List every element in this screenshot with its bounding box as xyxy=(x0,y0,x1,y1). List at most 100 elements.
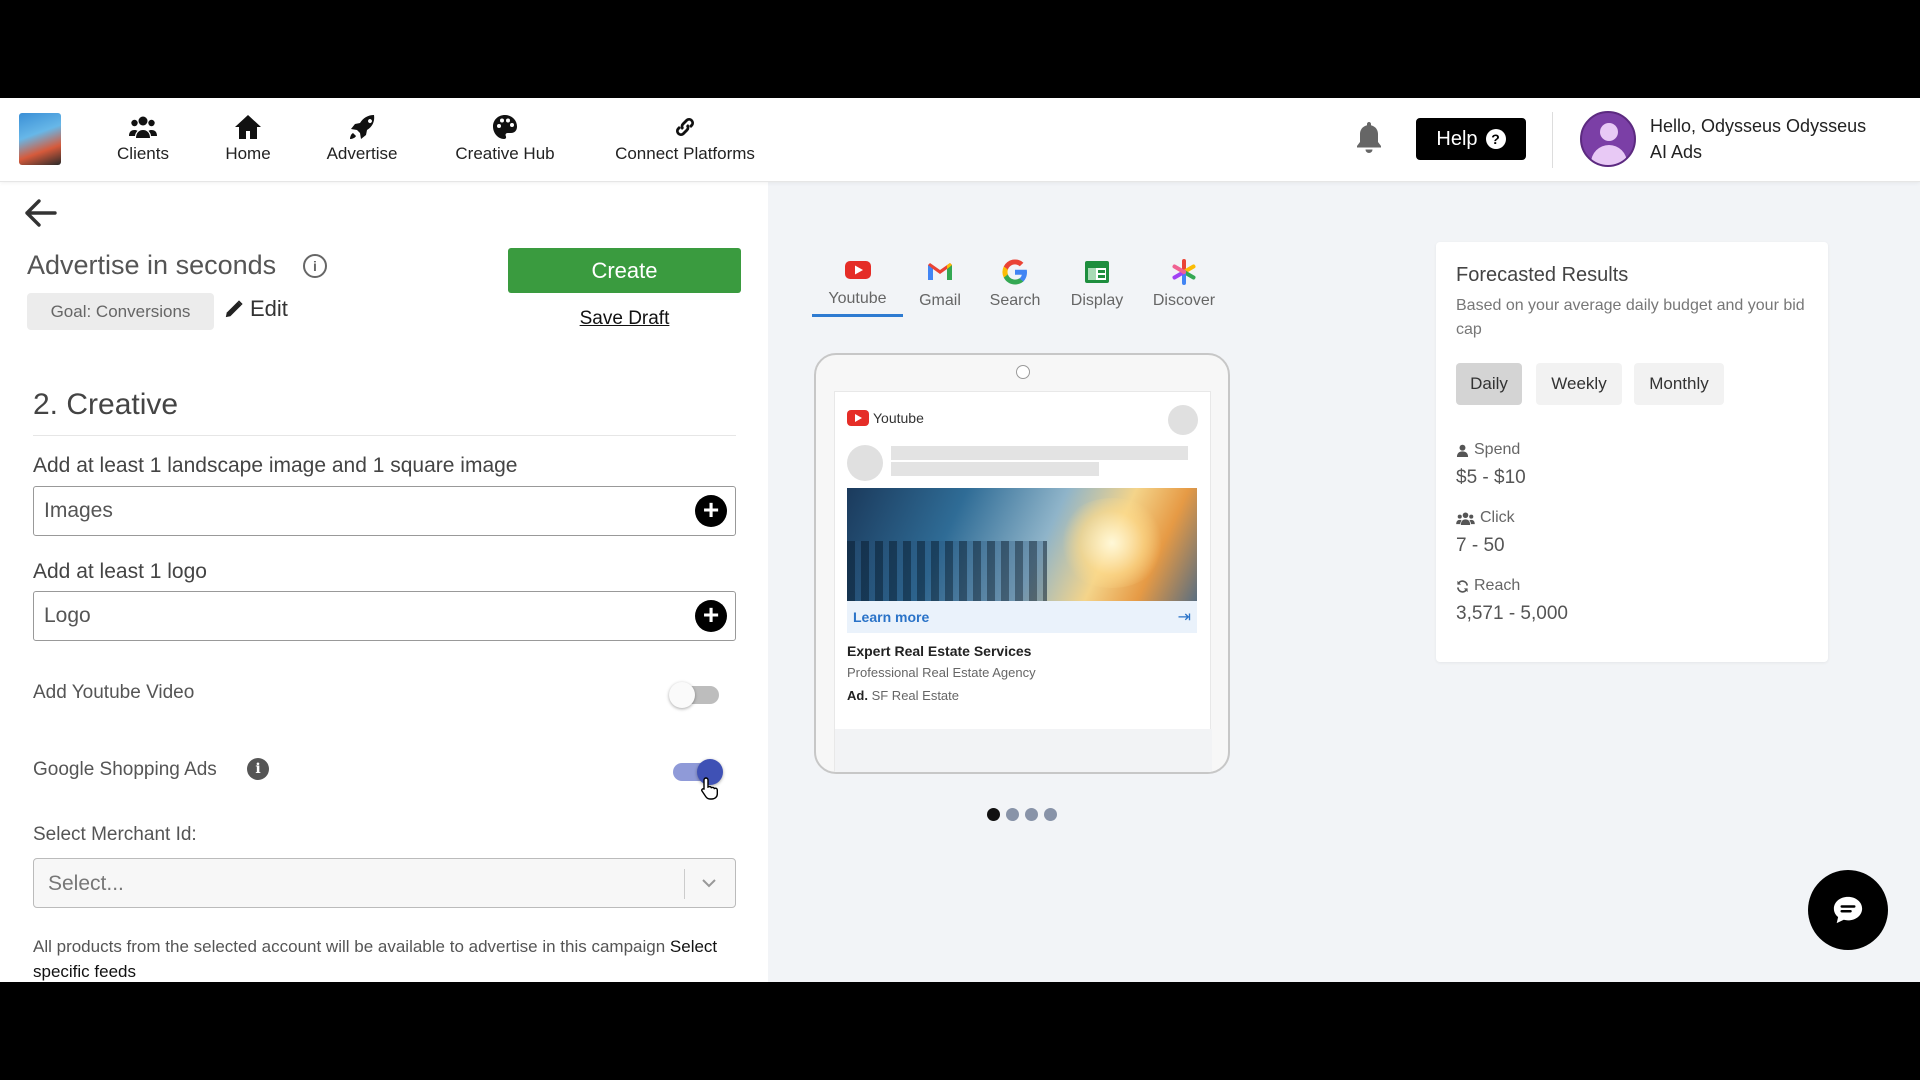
nav-creative-hub[interactable]: Creative Hub xyxy=(452,114,558,164)
avatar[interactable] xyxy=(1580,111,1636,167)
carousel-dot[interactable] xyxy=(987,808,1000,821)
products-note: All products from the selected account w… xyxy=(33,934,733,982)
display-icon xyxy=(1065,258,1129,286)
nav-advertise[interactable]: Advertise xyxy=(323,114,401,164)
forecast-subtitle: Based on your average daily budget and y… xyxy=(1456,297,1805,338)
youtube-video-toggle[interactable] xyxy=(669,682,719,708)
help-label: Help xyxy=(1436,127,1478,150)
forecast-card: Forecasted Results Based on your average… xyxy=(1436,242,1828,662)
link-icon xyxy=(609,114,761,140)
tab-gmail[interactable]: Gmail xyxy=(910,258,970,310)
question-icon: ? xyxy=(1485,129,1506,149)
tab-daily[interactable]: Daily xyxy=(1456,363,1522,405)
nav-clients[interactable]: Clients xyxy=(113,114,173,164)
images-field[interactable]: Images + xyxy=(33,486,736,536)
spend-label: Spend xyxy=(1456,441,1520,459)
youtube-icon xyxy=(812,256,903,284)
home-icon xyxy=(222,114,274,140)
back-arrow-icon[interactable] xyxy=(24,198,58,228)
learn-more-link[interactable]: Learn more xyxy=(853,609,929,625)
ad-platform-label: Youtube xyxy=(873,410,924,426)
ad-platform-row: Youtube xyxy=(847,410,924,426)
phone-camera xyxy=(1016,365,1030,379)
merchant-select[interactable]: Select... xyxy=(33,858,736,908)
reach-value: 3,571 - 5,000 xyxy=(1456,603,1568,624)
nav-label: Home xyxy=(225,144,271,163)
user-greeting[interactable]: Hello, Odysseus Odysseus xyxy=(1650,116,1866,137)
tab-weekly[interactable]: Weekly xyxy=(1536,363,1622,405)
merchant-placeholder: Select... xyxy=(48,872,124,895)
edit-goal-button[interactable]: Edit xyxy=(224,296,288,322)
chat-bubble-icon xyxy=(1833,896,1863,924)
goal-chip: Goal: Conversions xyxy=(27,293,214,330)
metric-label: Reach xyxy=(1474,577,1521,594)
ad-headline: Expert Real Estate Services xyxy=(847,643,1032,659)
tab-discover[interactable]: Discover xyxy=(1148,258,1220,310)
help-button[interactable]: Help ? xyxy=(1416,118,1526,160)
nav-home[interactable]: Home xyxy=(222,114,274,164)
forecast-title: Forecasted Results xyxy=(1456,264,1629,286)
ad-image xyxy=(847,488,1197,601)
reach-label: Reach xyxy=(1456,577,1520,595)
tab-label: Youtube xyxy=(828,290,887,307)
pencil-icon xyxy=(225,300,243,318)
tab-label: Discover xyxy=(1152,292,1216,309)
ad-preview-phone: Youtube Learn more ⇥ Expert Real Estate … xyxy=(814,353,1230,774)
carousel-dot[interactable] xyxy=(1006,808,1019,821)
save-draft-link[interactable]: Save Draft xyxy=(508,308,741,330)
nav-label: Advertise xyxy=(326,144,398,163)
chevron-down-icon xyxy=(702,879,716,888)
gmail-icon xyxy=(910,258,970,286)
header-divider xyxy=(1552,112,1553,168)
rocket-icon xyxy=(323,114,401,140)
app-window: Clients Home Advertise Creative Hub Conn… xyxy=(0,98,1920,982)
nav-label: Connect Platforms xyxy=(615,144,755,163)
ad-preview-screen: Youtube Learn more ⇥ Expert Real Estate … xyxy=(834,391,1212,772)
users-icon xyxy=(1456,511,1475,525)
metric-label: Click xyxy=(1480,509,1515,526)
logo-placeholder: Logo xyxy=(44,604,91,627)
chat-button[interactable] xyxy=(1808,870,1888,950)
section-title: 2. Creative xyxy=(33,388,179,421)
carousel-dot[interactable] xyxy=(1044,808,1057,821)
tab-label: Gmail xyxy=(919,292,961,309)
logo-field[interactable]: Logo + xyxy=(33,591,736,641)
youtube-video-label: Add Youtube Video xyxy=(33,682,195,703)
section-divider xyxy=(33,435,736,436)
active-tab-indicator xyxy=(812,314,903,317)
ad-advertiser: SF Real Estate xyxy=(871,688,960,703)
google-icon xyxy=(985,258,1045,286)
brand-logo[interactable] xyxy=(19,113,61,165)
nav-connect-platforms[interactable]: Connect Platforms xyxy=(609,114,761,164)
metric-label: Spend xyxy=(1474,441,1521,458)
carousel-dot[interactable] xyxy=(1025,808,1038,821)
add-logo-button[interactable]: + xyxy=(695,600,727,632)
hand-cursor-icon xyxy=(701,777,718,800)
learn-more-row[interactable]: Learn more ⇥ xyxy=(847,601,1197,633)
info-icon[interactable]: i xyxy=(303,254,327,278)
tab-youtube[interactable]: Youtube xyxy=(812,256,903,308)
tab-display[interactable]: Display xyxy=(1065,258,1129,310)
shopping-info-icon[interactable]: i xyxy=(247,758,269,780)
tab-monthly[interactable]: Monthly xyxy=(1634,363,1724,405)
placeholder-line xyxy=(891,462,1099,476)
nav-label: Creative Hub xyxy=(455,144,555,163)
users-icon xyxy=(113,114,173,140)
spend-value: $5 - $10 xyxy=(1456,467,1526,488)
images-placeholder: Images xyxy=(44,499,113,522)
click-label: Click xyxy=(1456,509,1515,527)
tab-label: Display xyxy=(1070,292,1124,309)
click-value: 7 - 50 xyxy=(1456,535,1505,556)
placeholder-avatar xyxy=(1168,405,1198,435)
create-button[interactable]: Create xyxy=(508,248,741,293)
add-images-button[interactable]: + xyxy=(695,495,727,527)
shopping-ads-label: Google Shopping Ads xyxy=(33,759,217,780)
placeholder-channel xyxy=(847,445,883,481)
external-link-icon: ⇥ xyxy=(1177,609,1191,626)
ad-description: Professional Real Estate Agency xyxy=(847,665,1036,680)
ad-advertiser-line: Ad. SF Real Estate xyxy=(847,688,959,703)
tab-search[interactable]: Search xyxy=(985,258,1045,310)
bell-icon[interactable] xyxy=(1354,120,1384,154)
palette-icon xyxy=(452,114,558,140)
images-label: Add at least 1 landscape image and 1 squ… xyxy=(33,454,518,477)
